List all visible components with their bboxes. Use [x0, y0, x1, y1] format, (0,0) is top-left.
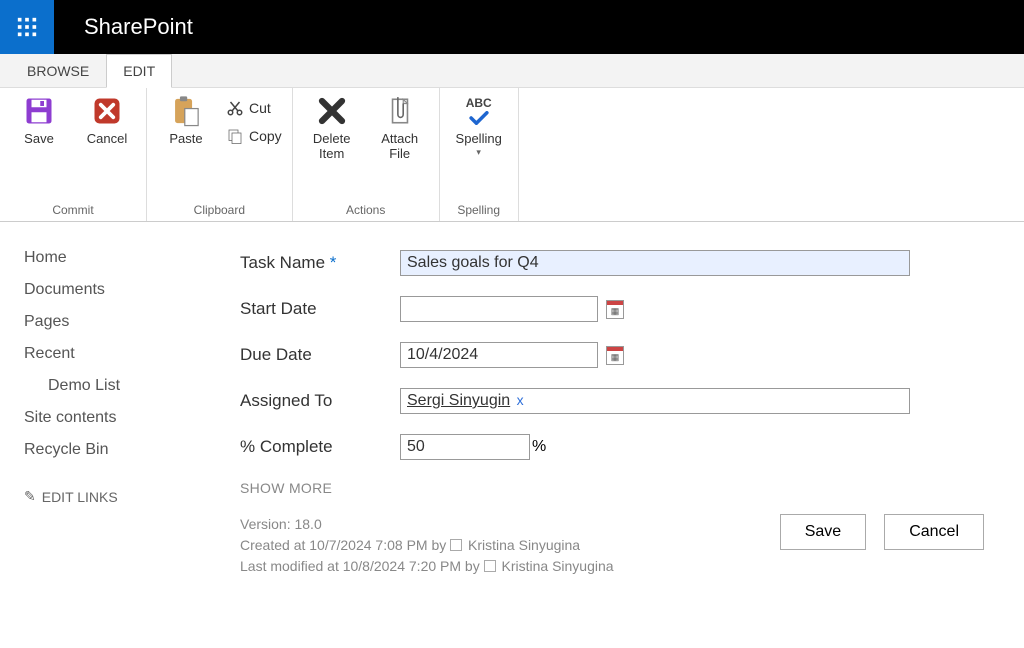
cut-icon — [225, 98, 245, 118]
copy-button[interactable]: Copy — [225, 126, 282, 146]
form-save-button[interactable]: Save — [780, 514, 866, 550]
presence-icon — [484, 560, 496, 572]
delete-item-button[interactable]: Delete Item — [303, 94, 361, 162]
cancel-label: Cancel — [87, 132, 127, 147]
dropdown-icon: ▾ — [476, 147, 481, 157]
delete-icon — [315, 94, 349, 128]
suite-title: SharePoint — [84, 14, 193, 40]
pct-complete-input[interactable] — [400, 434, 530, 460]
save-label: Save — [24, 132, 54, 147]
due-date-input[interactable] — [400, 342, 598, 368]
ribbon-group-spelling: ABC Spelling ▾ Spelling — [440, 88, 519, 221]
nav-recycle-bin[interactable]: Recycle Bin — [24, 434, 200, 466]
start-date-input[interactable] — [400, 296, 598, 322]
top-bar: SharePoint — [0, 0, 1024, 54]
save-button[interactable]: Save — [10, 94, 68, 147]
show-more-button[interactable]: SHOW MORE — [240, 480, 984, 496]
side-nav: Home Documents Pages Recent Demo List Si… — [0, 222, 200, 577]
group-label-commit: Commit — [10, 199, 136, 219]
cancel-button[interactable]: Cancel — [78, 94, 136, 147]
nav-home[interactable]: Home — [24, 242, 200, 274]
pct-complete-label: % Complete — [240, 437, 400, 457]
task-name-input[interactable] — [400, 250, 910, 276]
paste-label: Paste — [169, 132, 202, 147]
attach-icon — [383, 94, 417, 128]
edit-form: Task Name * Start Date ▦ Due Date — [200, 222, 1024, 577]
nav-documents[interactable]: Documents — [24, 274, 200, 306]
assigned-to-input[interactable]: Sergi Sinyugin x — [400, 388, 910, 414]
paste-button[interactable]: Paste — [157, 94, 215, 147]
app-launcher-button[interactable] — [0, 0, 54, 54]
group-label-spelling: Spelling — [450, 199, 508, 219]
waffle-icon — [16, 16, 38, 38]
paste-icon — [169, 94, 203, 128]
attach-file-button[interactable]: Attach File — [371, 94, 429, 162]
pencil-icon: ✎ — [24, 488, 36, 505]
attach-file-label: Attach File — [381, 132, 418, 162]
presence-icon — [450, 539, 462, 551]
main-area: Home Documents Pages Recent Demo List Si… — [0, 222, 1024, 577]
copy-icon — [225, 126, 245, 146]
edit-links-button[interactable]: ✎ EDIT LINKS — [24, 488, 200, 505]
copy-label: Copy — [249, 128, 282, 144]
group-label-actions: Actions — [303, 199, 429, 219]
nav-demo-list[interactable]: Demo List — [24, 370, 200, 402]
nav-recent[interactable]: Recent — [24, 338, 200, 370]
tab-edit[interactable]: EDIT — [106, 54, 172, 88]
start-date-picker-button[interactable]: ▦ — [606, 300, 624, 319]
spelling-label: Spelling — [456, 132, 502, 147]
item-metadata: Version: 18.0 Created at 10/7/2024 7:08 … — [240, 514, 614, 577]
required-indicator: * — [330, 253, 337, 272]
due-date-label: Due Date — [240, 345, 400, 365]
ribbon-tabs: BROWSE EDIT — [0, 54, 1024, 88]
ribbon-group-clipboard: Paste Cut Copy Clipboard — [147, 88, 293, 221]
cut-button[interactable]: Cut — [225, 98, 282, 118]
remove-person-button[interactable]: x — [517, 392, 524, 408]
nav-site-contents[interactable]: Site contents — [24, 402, 200, 434]
task-name-label: Task Name * — [240, 253, 400, 273]
ribbon-group-commit: Save Cancel Commit — [0, 88, 147, 221]
start-date-label: Start Date — [240, 299, 400, 319]
cancel-icon — [90, 94, 124, 128]
spelling-button[interactable]: ABC Spelling ▾ — [450, 94, 508, 157]
edit-links-label: EDIT LINKS — [42, 489, 118, 505]
delete-item-label: Delete Item — [313, 132, 351, 162]
nav-pages[interactable]: Pages — [24, 306, 200, 338]
due-date-picker-button[interactable]: ▦ — [606, 346, 624, 365]
group-label-clipboard: Clipboard — [157, 199, 282, 219]
spelling-icon: ABC — [462, 94, 496, 128]
save-icon — [22, 94, 56, 128]
form-cancel-button[interactable]: Cancel — [884, 514, 984, 550]
assigned-person[interactable]: Sergi Sinyugin — [407, 392, 510, 409]
pct-suffix: % — [532, 438, 546, 456]
ribbon-group-actions: Delete Item Attach File Actions — [293, 88, 440, 221]
tab-browse[interactable]: BROWSE — [10, 54, 106, 88]
version-line: Version: 18.0 — [240, 514, 614, 535]
modified-line: Last modified at 10/8/2024 7:20 PM by Kr… — [240, 556, 614, 577]
ribbon: Save Cancel Commit Paste — [0, 88, 1024, 222]
created-line: Created at 10/7/2024 7:08 PM by Kristina… — [240, 535, 614, 556]
cut-label: Cut — [249, 100, 271, 116]
assigned-to-label: Assigned To — [240, 391, 400, 411]
